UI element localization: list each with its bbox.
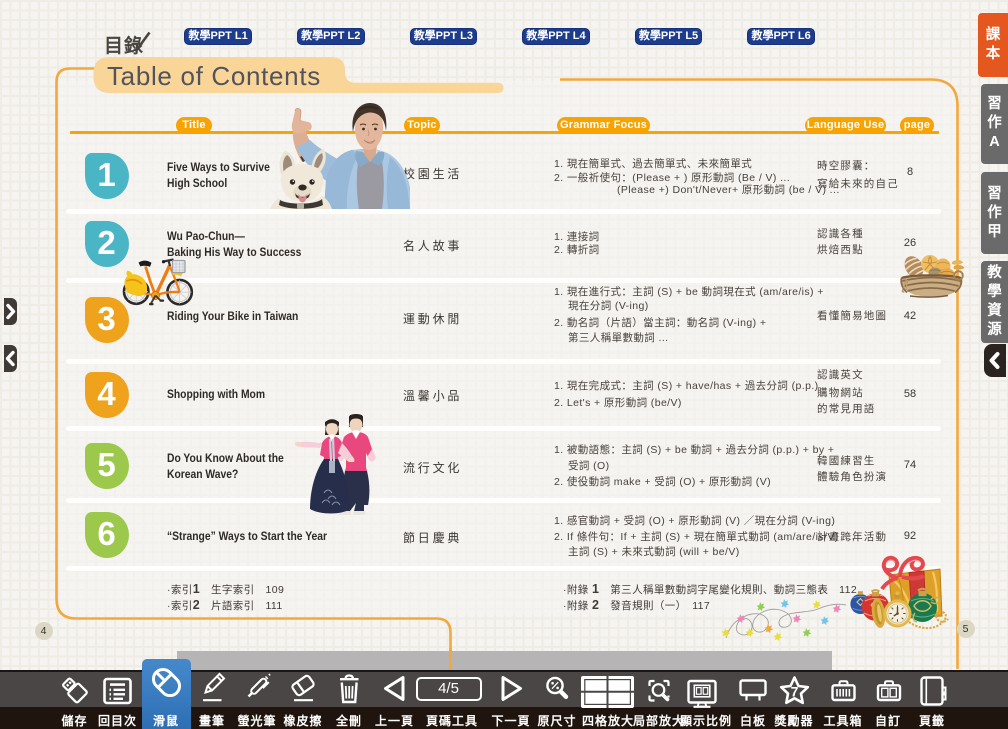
- svg-text:7: 7: [791, 684, 799, 700]
